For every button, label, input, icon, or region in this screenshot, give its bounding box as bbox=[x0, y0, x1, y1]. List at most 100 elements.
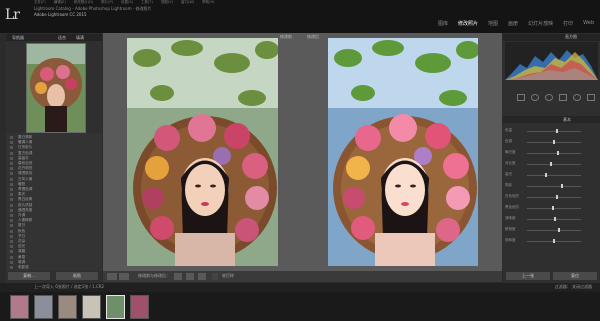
preset-bullet-icon bbox=[10, 250, 13, 254]
filmstrip-thumbnail[interactable] bbox=[58, 295, 77, 319]
slider-label: 曝光度 bbox=[505, 150, 516, 154]
copy-after-button[interactable] bbox=[198, 273, 206, 280]
slider-label: 高光 bbox=[505, 172, 512, 176]
navigator-fit[interactable]: 适合 bbox=[58, 35, 66, 41]
slider-track[interactable] bbox=[527, 153, 581, 154]
slider-knob[interactable] bbox=[555, 129, 558, 133]
module-map[interactable]: 地图 bbox=[488, 20, 498, 27]
navigator-header[interactable]: 导航器 适合 填满 bbox=[6, 34, 102, 41]
module-develop[interactable]: 修改照片 bbox=[458, 20, 478, 27]
slider-knob[interactable] bbox=[553, 140, 555, 144]
slider-knob[interactable] bbox=[557, 151, 560, 155]
preset-bullet-icon bbox=[10, 219, 13, 223]
view-mode-label: 修改前与修改后： bbox=[138, 273, 170, 278]
slider-track[interactable] bbox=[527, 197, 581, 198]
navigator-label: 导航器 bbox=[12, 35, 24, 40]
preset-bullet-icon bbox=[10, 198, 13, 202]
slider-knob[interactable] bbox=[555, 195, 558, 199]
menu-settings[interactable]: 设置(S) bbox=[121, 0, 133, 5]
preset-bullet-icon bbox=[10, 229, 13, 233]
soft-proof-checkbox[interactable] bbox=[212, 273, 218, 280]
slider-track[interactable] bbox=[527, 208, 581, 209]
menu-view[interactable]: 视图(V) bbox=[161, 0, 173, 5]
copy-button[interactable]: 复制... bbox=[8, 272, 50, 280]
slider-knob[interactable] bbox=[551, 206, 554, 210]
preset-bullet-icon bbox=[10, 141, 13, 145]
preset-bullet-icon bbox=[10, 193, 13, 197]
preset-bullet-icon bbox=[10, 188, 13, 191]
preset-item[interactable]: 电影感 bbox=[18, 265, 29, 270]
menu-bar: 文件(F) 编辑(E) 修改照片(D) 照片(P) 设置(S) 工具(T) 视图… bbox=[34, 0, 215, 5]
preset-bullet-icon bbox=[10, 208, 13, 212]
adjustment-brush-icon[interactable] bbox=[587, 94, 595, 101]
filmstrip-thumbnail[interactable] bbox=[82, 295, 101, 319]
before-after-view-button[interactable] bbox=[119, 273, 129, 280]
slider-label: 对比度 bbox=[505, 161, 516, 165]
preset-bullet-icon bbox=[10, 151, 13, 155]
filmstrip-filter[interactable]: 过滤器： 关闭过滤器 bbox=[555, 284, 592, 290]
filmstrip-thumbnail[interactable] bbox=[34, 295, 53, 319]
portrait-after bbox=[328, 38, 478, 266]
crop-tool-icon[interactable] bbox=[517, 94, 525, 101]
basic-panel-header[interactable]: 基本 bbox=[503, 116, 600, 123]
menu-edit[interactable]: 编辑(E) bbox=[54, 0, 66, 5]
preset-bullet-icon bbox=[10, 172, 13, 176]
slider-knob[interactable] bbox=[553, 239, 555, 243]
navigator-preview[interactable] bbox=[26, 43, 86, 133]
slider-knob[interactable] bbox=[550, 162, 553, 166]
after-label: 修改后 bbox=[307, 34, 319, 39]
module-library[interactable]: 图库 bbox=[438, 20, 448, 27]
red-eye-icon[interactable] bbox=[545, 94, 553, 101]
filmstrip-thumbnail[interactable] bbox=[106, 295, 125, 319]
loupe-view-button[interactable] bbox=[107, 273, 117, 280]
module-print[interactable]: 打印 bbox=[563, 20, 573, 27]
module-web[interactable]: Web bbox=[583, 20, 594, 27]
module-slideshow[interactable]: 幻灯片放映 bbox=[528, 20, 553, 27]
filmstrip-info[interactable]: 上一次导入 6张照片 / 选定1张 / 1.CR2 bbox=[34, 284, 104, 290]
before-photo[interactable] bbox=[127, 38, 278, 266]
preset-bullet-icon bbox=[10, 260, 13, 264]
slider-knob[interactable] bbox=[561, 184, 564, 188]
slider-label: 色调 bbox=[505, 139, 512, 143]
histogram-label: 直方图 bbox=[565, 34, 577, 39]
swap-button[interactable] bbox=[174, 273, 182, 280]
paste-button[interactable]: 粘贴 bbox=[56, 272, 98, 280]
menu-photo[interactable]: 照片(P) bbox=[101, 0, 113, 5]
histogram-tools bbox=[505, 92, 598, 101]
preset-bullet-icon bbox=[10, 203, 13, 207]
spot-removal-icon[interactable] bbox=[531, 94, 539, 101]
menu-tools[interactable]: 工具(T) bbox=[141, 0, 153, 5]
histogram bbox=[505, 42, 598, 80]
slider-track[interactable] bbox=[527, 175, 581, 176]
preset-bullet-icon bbox=[10, 240, 13, 243]
radial-filter-icon[interactable] bbox=[573, 94, 581, 101]
slider-track[interactable] bbox=[527, 131, 581, 132]
menu-develop[interactable]: 修改照片(D) bbox=[74, 0, 93, 5]
filmstrip-thumbnail[interactable] bbox=[130, 295, 149, 319]
slider-track[interactable] bbox=[527, 186, 581, 187]
slider-track[interactable] bbox=[527, 230, 581, 231]
histogram-header[interactable] bbox=[503, 34, 600, 41]
slider-label: 鲜艳度 bbox=[505, 227, 516, 231]
after-photo[interactable] bbox=[328, 38, 478, 266]
preset-bullet-icon bbox=[10, 266, 13, 269]
menu-file[interactable]: 文件(F) bbox=[34, 0, 46, 5]
preset-bullet-icon bbox=[10, 156, 13, 160]
menu-help[interactable]: 帮助(H) bbox=[202, 0, 214, 5]
left-panel-buttons: 复制... 粘贴 bbox=[6, 272, 102, 281]
basic-label: 基本 bbox=[563, 117, 571, 122]
filmstrip-thumbnail[interactable] bbox=[10, 295, 29, 319]
preset-bullet-icon bbox=[10, 182, 13, 186]
menu-window[interactable]: 窗口(W) bbox=[181, 0, 194, 5]
reset-button[interactable]: 复位 bbox=[553, 272, 597, 280]
slider-knob[interactable] bbox=[544, 173, 547, 177]
slider-knob[interactable] bbox=[558, 228, 561, 232]
slider-knob[interactable] bbox=[554, 217, 557, 221]
before-label: 修改前 bbox=[280, 34, 292, 39]
navigator-fill[interactable]: 填满 bbox=[76, 35, 84, 41]
previous-button[interactable]: 上一张 bbox=[506, 272, 550, 280]
graduated-filter-icon[interactable] bbox=[559, 94, 567, 101]
slider-track[interactable] bbox=[527, 164, 581, 165]
module-book[interactable]: 画册 bbox=[508, 20, 518, 27]
copy-before-button[interactable] bbox=[186, 273, 194, 280]
